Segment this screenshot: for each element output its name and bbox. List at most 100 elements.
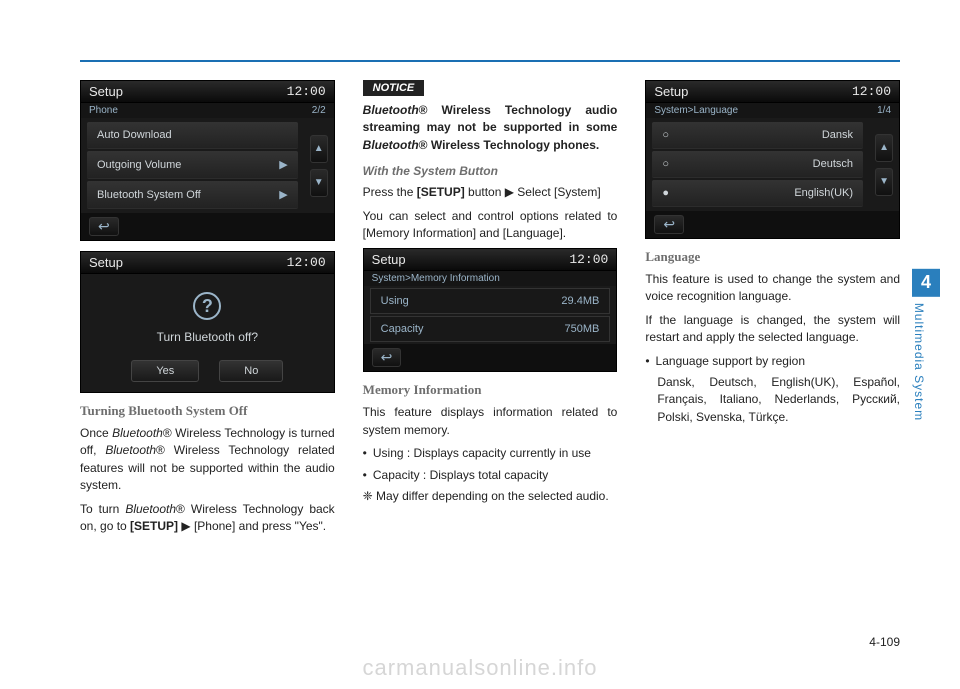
screen-header: Setup 12:00 <box>81 81 334 103</box>
screen-body: Auto Download Outgoing Volume ▶ Bluetoot… <box>81 118 334 213</box>
page-number: 4-109 <box>869 635 900 649</box>
menu-label: Deutsch <box>813 158 853 170</box>
value: 750MB <box>564 323 599 335</box>
screen-clock: 12:00 <box>852 84 891 99</box>
bullet-icon: • <box>363 445 367 462</box>
menu-label: Outgoing Volume <box>97 159 181 171</box>
memory-using-row: Using 29.4MB <box>370 288 611 314</box>
column-3: Setup 12:00 System>Language 1/4 ○ Dansk … <box>645 80 900 541</box>
menu-label: Dansk <box>822 129 853 141</box>
value: 29.4MB <box>561 295 599 307</box>
label: Using <box>381 295 409 307</box>
menu-item-auto-download[interactable]: Auto Download <box>87 122 298 149</box>
paragraph: Press the [SETUP] button ▶ Select [Syste… <box>363 184 618 201</box>
language-option-deutsch[interactable]: ○ Deutsch <box>652 151 863 178</box>
column-2: NOTICE Bluetooth® Wireless Technology au… <box>363 80 618 541</box>
bullet-list: •Using : Displays capacity currently in … <box>363 445 618 484</box>
top-rule <box>80 60 900 62</box>
heading-memory-information: Memory Information <box>363 382 618 398</box>
scroll-down-button[interactable]: ▼ <box>875 168 893 196</box>
breadcrumb: System>Memory Information <box>372 273 500 284</box>
screen-title: Setup <box>654 84 688 99</box>
columns: Setup 12:00 Phone 2/2 Auto Download Outg… <box>80 80 900 541</box>
list-item: •Capacity : Displays total capacity <box>363 467 618 484</box>
radio-icon: ● <box>662 187 675 199</box>
menu-label: Bluetooth System Off <box>97 189 201 201</box>
menu-label: English(UK) <box>794 187 853 199</box>
scroll-up-button[interactable]: ▲ <box>310 135 328 163</box>
dialog-text: Turn Bluetooth off? <box>89 330 326 344</box>
scroll-arrows: ▲ ▼ <box>304 118 334 213</box>
bullet-icon: • <box>645 353 649 370</box>
language-option-english-uk[interactable]: ● English(UK) <box>652 180 863 207</box>
dialog-buttons: Yes No <box>81 354 334 392</box>
scroll-arrows: ▲ ▼ <box>869 118 899 211</box>
dialog-body: ? Turn Bluetooth off? <box>81 274 334 354</box>
paragraph: To turn Bluetooth® Wireless Technology b… <box>80 501 335 536</box>
screen-title: Setup <box>89 84 123 99</box>
column-1: Setup 12:00 Phone 2/2 Auto Download Outg… <box>80 80 335 541</box>
screen-breadcrumb-row: System>Memory Information <box>364 271 617 286</box>
setup-memory-screen: Setup 12:00 System>Memory Information Us… <box>363 248 618 372</box>
paragraph: This feature is used to change the syste… <box>645 271 900 306</box>
paragraph: Once Bluetooth® Wireless Technology is t… <box>80 425 335 495</box>
chevron-right-icon: ▶ <box>279 158 287 171</box>
page-indicator: 1/4 <box>877 105 891 116</box>
paragraph: This feature displays information relate… <box>363 404 618 439</box>
screen-title: Setup <box>372 252 406 267</box>
screen-breadcrumb-row: System>Language 1/4 <box>646 103 899 118</box>
notice-badge: NOTICE <box>363 80 425 96</box>
screen-clock: 12:00 <box>569 252 608 267</box>
setup-dialog-screen: Setup 12:00 ? Turn Bluetooth off? Yes No <box>80 251 335 393</box>
scroll-up-button[interactable]: ▲ <box>875 134 893 162</box>
screen-breadcrumb-row: Phone 2/2 <box>81 103 334 118</box>
screen-body: ○ Dansk ○ Deutsch ● English(UK) ▲ ▼ <box>646 118 899 211</box>
setup-language-screen: Setup 12:00 System>Language 1/4 ○ Dansk … <box>645 80 900 239</box>
screen-clock: 12:00 <box>287 255 326 270</box>
menu-label: Auto Download <box>97 129 172 141</box>
yes-button[interactable]: Yes <box>131 360 199 382</box>
label: Capacity <box>381 323 424 335</box>
screen-list: Auto Download Outgoing Volume ▶ Bluetoot… <box>81 118 304 213</box>
screen-list: ○ Dansk ○ Deutsch ● English(UK) <box>646 118 869 211</box>
paragraph: You can select and control options relat… <box>363 208 618 243</box>
list-item: •Language support by region <box>645 353 900 370</box>
heading-language: Language <box>645 249 900 265</box>
chevron-right-icon: ▶ <box>279 188 287 201</box>
screen-footer: ↩ <box>81 213 334 240</box>
paragraph: If the language is changed, the system w… <box>645 312 900 347</box>
notice-text: Bluetooth® Wireless Technology audio str… <box>363 102 618 154</box>
no-button[interactable]: No <box>219 360 283 382</box>
bullet-list: •Language support by region <box>645 353 900 370</box>
back-icon[interactable]: ↩ <box>654 215 684 234</box>
back-icon[interactable]: ↩ <box>89 217 119 236</box>
list-item: •Using : Displays capacity currently in … <box>363 445 618 462</box>
menu-item-bluetooth-off[interactable]: Bluetooth System Off ▶ <box>87 181 298 209</box>
back-icon[interactable]: ↩ <box>372 348 402 367</box>
language-option-dansk[interactable]: ○ Dansk <box>652 122 863 149</box>
screen-footer: ↩ <box>364 344 617 371</box>
radio-icon: ○ <box>662 158 675 170</box>
language-list: Dansk, Deutsch, English(UK), Español, Fr… <box>645 374 900 426</box>
memory-capacity-row: Capacity 750MB <box>370 316 611 342</box>
screen-header: Setup 12:00 <box>364 249 617 271</box>
setup-phone-screen: Setup 12:00 Phone 2/2 Auto Download Outg… <box>80 80 335 241</box>
question-icon: ? <box>193 292 221 320</box>
screen-title: Setup <box>89 255 123 270</box>
chapter-tab: 4 Multimedia System <box>912 268 940 420</box>
bullet-icon: • <box>363 467 367 484</box>
chapter-number: 4 <box>912 268 940 296</box>
scroll-down-button[interactable]: ▼ <box>310 169 328 197</box>
screen-header: Setup 12:00 <box>81 252 334 274</box>
subheading-system-button: With the System Button <box>363 164 618 178</box>
screen-clock: 12:00 <box>287 84 326 99</box>
menu-item-outgoing-volume[interactable]: Outgoing Volume ▶ <box>87 151 298 179</box>
screen-footer: ↩ <box>646 211 899 238</box>
radio-icon: ○ <box>662 129 675 141</box>
screen-header: Setup 12:00 <box>646 81 899 103</box>
chapter-label: Multimedia System <box>912 302 926 420</box>
heading-turning-bluetooth-off: Turning Bluetooth System Off <box>80 403 335 419</box>
manual-page: Setup 12:00 Phone 2/2 Auto Download Outg… <box>0 0 960 689</box>
breadcrumb: Phone <box>89 105 118 116</box>
breadcrumb: System>Language <box>654 105 738 116</box>
